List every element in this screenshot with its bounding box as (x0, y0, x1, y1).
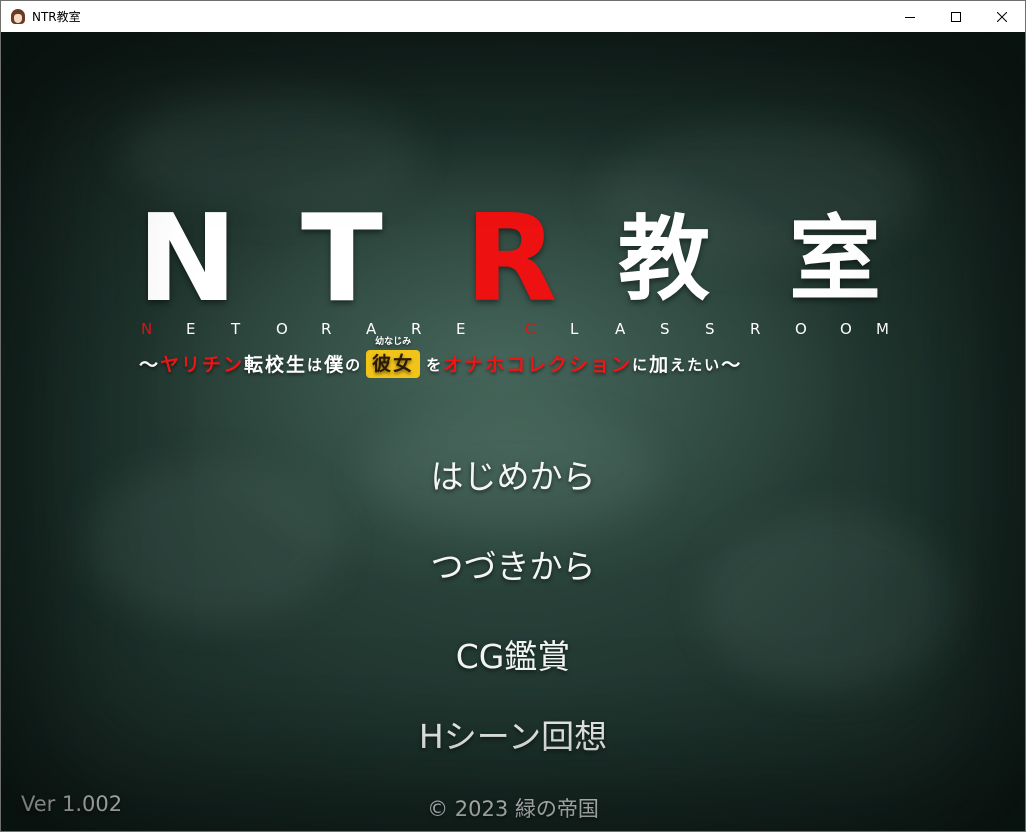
maximize-icon (951, 11, 961, 22)
tagline-part: に (632, 356, 650, 374)
app-icon (10, 8, 26, 25)
logo-kanji-shitsu: 室 (789, 206, 882, 313)
subtitle-letter: E (186, 320, 196, 338)
logo-letter-r: R (465, 190, 558, 329)
tagline-highlight: 幼なじみ 彼女 (366, 337, 421, 378)
tagline-part: の (345, 356, 363, 374)
continue-button[interactable]: つづきから (1, 540, 1025, 588)
tagline-part: 僕 (324, 354, 346, 376)
tagline-part: オナホコレクション (443, 354, 633, 376)
subtitle-letter: A (615, 320, 626, 338)
logo-letter-t: T (301, 190, 383, 329)
tagline-part: は (307, 356, 325, 374)
logo-letter-n: N (137, 190, 238, 329)
tagline-part: えたい (670, 356, 722, 374)
window-controls (887, 1, 1025, 32)
subtitle-letter: S (705, 320, 715, 338)
tagline-part: 加 (649, 354, 671, 376)
subtitle-letter: T (231, 320, 241, 338)
logo-tagline: 〜 ヤリチン 転校生 は 僕 の 幼なじみ 彼女 を オナホコレクション に 加… (139, 337, 899, 378)
close-icon (997, 11, 1007, 22)
game-window: NTR教室 N T R 教 室 N E T O R A R E C L A S … (0, 0, 1026, 832)
tagline-ruby: 幼なじみ (375, 337, 412, 347)
subtitle-letter: M (876, 320, 889, 338)
title-bar: NTR教室 (1, 1, 1025, 32)
logo-kanji-kyou: 教 (618, 206, 711, 313)
tagline-open: 〜 (139, 354, 161, 376)
subtitle-letter: N (141, 320, 153, 338)
subtitle-letter: C (525, 320, 536, 338)
tagline-highlight-text: 彼女 (372, 353, 415, 375)
subtitle-letter: O (276, 320, 288, 338)
maximize-button[interactable] (933, 1, 979, 32)
subtitle-letter: R (750, 320, 761, 338)
close-button[interactable] (979, 1, 1025, 32)
new-game-button[interactable]: はじめから (1, 450, 1025, 498)
tagline-close: 〜 (721, 354, 743, 376)
window-title: NTR教室 (32, 10, 81, 24)
subtitle-letter: R (321, 320, 332, 338)
subtitle-letter: L (570, 320, 579, 338)
subtitle-letter: S (660, 320, 670, 338)
subtitle-letter: O (840, 320, 852, 338)
logo-subtitle: N E T O R A R E C L A S S R O O M (139, 318, 891, 340)
copyright-label: © 2023 緑の帝国 (427, 797, 599, 821)
title-screen: N T R 教 室 N E T O R A R E C L A S S R O … (1, 32, 1025, 831)
minimize-icon (905, 16, 915, 18)
tagline-part: 転校生 (244, 354, 308, 376)
cg-gallery-button[interactable]: CG鑑賞 (1, 630, 1025, 678)
minimize-button[interactable] (887, 1, 933, 32)
subtitle-letter: E (456, 320, 466, 338)
scene-recollection-button[interactable]: Hシーン回想 (1, 710, 1025, 758)
subtitle-letter: O (795, 320, 807, 338)
tagline-part: ヤリチン (160, 354, 245, 376)
tagline-part: を (426, 356, 444, 374)
game-logo: N T R 教 室 (1, 190, 1025, 329)
